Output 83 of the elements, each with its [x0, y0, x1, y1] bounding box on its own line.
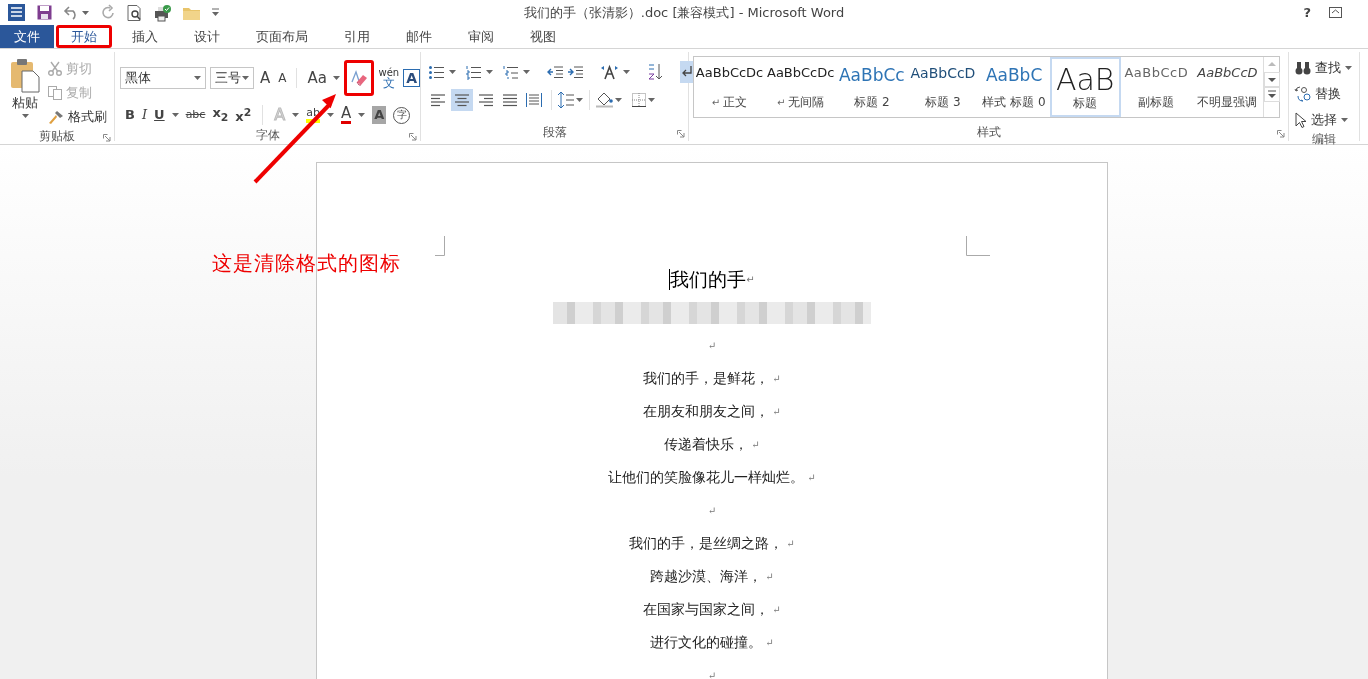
style-gallery-item[interactable]: AaBbCcDc ↵ 正文 — [694, 57, 766, 117]
poem-line: 跨越沙漠、海洋， — [650, 567, 763, 586]
ribbon-tab[interactable]: 插入 — [114, 25, 176, 48]
poem-line: 进行文化的碰撞。 — [650, 633, 763, 652]
paragraph-mark: ↵ — [711, 97, 721, 108]
style-name: 不明显强调 — [1197, 94, 1258, 111]
grow-font-button[interactable]: A — [257, 69, 273, 87]
style-name: 正文 — [723, 94, 748, 111]
style-gallery-item[interactable]: AaBbC 样式 标题 0 — [978, 57, 1050, 117]
paragraph-mark: ↵ — [777, 97, 786, 108]
style-preview: AaBbCcD — [910, 65, 976, 81]
script-button[interactable]: x$_{2}$ — [212, 104, 229, 127]
group-label: 剪贴板 — [39, 128, 75, 145]
ribbon-tab[interactable]: 设计 — [176, 25, 238, 48]
underline-button[interactable]: U — [154, 106, 165, 125]
paragraph-mark: ↵ — [772, 405, 781, 419]
script-button[interactable]: x$^{2}$ — [235, 104, 252, 127]
group-label: 样式 — [976, 123, 1001, 141]
style-preview: AaBbCcD — [1197, 65, 1258, 80]
paragraph-mark: ↵ — [707, 339, 717, 353]
clipboard-button[interactable]: 格式刷 — [48, 106, 107, 128]
style-name: 标题 2 — [854, 94, 890, 111]
ribbon-tab[interactable]: 页面布局 — [238, 25, 326, 48]
paragraph-mark: ↵ — [786, 537, 795, 551]
poem-line: 让他们的笑脸像花儿一样灿烂。 — [608, 468, 805, 487]
poem-line: 我们的手，是丝绸之路， — [629, 534, 784, 553]
paragraph-mark: ↵ — [746, 274, 755, 285]
style-preview: AaBbCcDc — [696, 65, 764, 80]
style-gallery-item[interactable]: AaB 标题 — [1049, 57, 1121, 117]
font-size-field[interactable]: 三号 — [209, 67, 254, 89]
phonetic-guide-button[interactable]: wén 文 — [378, 67, 400, 89]
style-gallery-item[interactable]: AaBbCcDc ↵ 无间隔 — [765, 57, 837, 117]
group-label: 段落 — [542, 123, 567, 141]
style-preview: AaBbCc — [838, 65, 905, 85]
editing-button[interactable]: 选择 — [1295, 109, 1359, 131]
paragraph-mark: ↵ — [772, 603, 781, 617]
paste-button[interactable]: 粘贴 — [8, 56, 42, 128]
strikethrough-button[interactable]: abc — [185, 106, 206, 125]
style-gallery-item[interactable]: AaBbCc 标题 2 — [836, 57, 908, 117]
help-button[interactable]: ? — [1303, 5, 1311, 20]
ribbon-tab[interactable]: 引用 — [326, 25, 388, 48]
style-preview: AaBbC — [985, 65, 1043, 85]
editing-button[interactable]: 查找 — [1295, 57, 1359, 79]
shrink-font-button[interactable]: A — [276, 71, 289, 85]
style-name: 标题 3 — [925, 94, 961, 111]
character-border-button[interactable]: A — [403, 69, 420, 87]
paragraph-mark: ↵ — [707, 504, 717, 518]
character-shading-button[interactable]: A — [372, 106, 387, 125]
paragraph-mark: ↵ — [707, 669, 717, 679]
poem-line: 传递着快乐， — [664, 435, 749, 454]
style-name: 副标题 — [1138, 94, 1175, 111]
paragraph-mark: ↵ — [751, 438, 760, 452]
ribbon-tab[interactable]: 邮件 — [388, 25, 450, 48]
font-name-field[interactable]: 黑体 — [120, 67, 206, 89]
poem-line: 我们的手，是鲜花， — [643, 369, 770, 388]
ribbon-tab[interactable]: 审阅 — [450, 25, 512, 48]
paragraph-mark: ↵ — [765, 570, 774, 584]
style-name: 样式 标题 0 — [982, 94, 1046, 111]
ribbon-tab[interactable]: 文件 — [0, 25, 54, 48]
paragraph-mark: ↵ — [772, 372, 781, 386]
ribbon-tab[interactable]: 视图 — [512, 25, 574, 48]
window-title: 我们的手（张清影）.doc [兼容模式] - Microsoft Word — [522, 3, 846, 22]
document-title: 我们的手 — [670, 267, 747, 292]
style-name: 无间隔 — [788, 94, 825, 111]
paragraph-mark: ↵ — [765, 636, 774, 650]
style-preview: AaBbCcD — [1124, 65, 1189, 80]
editing-button[interactable]: 替换 — [1295, 83, 1359, 105]
style-preview: AaB — [1055, 65, 1115, 95]
style-gallery-item[interactable]: AaBbCcD 标题 3 — [907, 57, 979, 117]
paragraph-mark: ↵ — [807, 471, 816, 485]
change-case-button[interactable]: Aa — [305, 69, 329, 87]
style-gallery-item[interactable]: AaBbCcD 副标题 — [1120, 57, 1192, 117]
annotation-text: 这是清除格式的图标 — [212, 250, 401, 277]
style-preview: AaBbCcDc — [767, 65, 835, 80]
font-color-button[interactable]: A — [340, 106, 352, 125]
bold-button[interactable]: B — [125, 106, 135, 125]
poem-line: 在朋友和朋友之间， — [643, 402, 770, 421]
group-label: 字体 — [255, 126, 280, 144]
poem-line: 在国家与国家之间， — [643, 600, 770, 619]
italic-button[interactable]: I — [141, 106, 148, 125]
style-name: 标题 — [1073, 95, 1098, 112]
style-gallery-item[interactable]: AaBbCcD 不明显强调 — [1191, 57, 1263, 117]
group-label: 编辑 — [1312, 131, 1336, 148]
